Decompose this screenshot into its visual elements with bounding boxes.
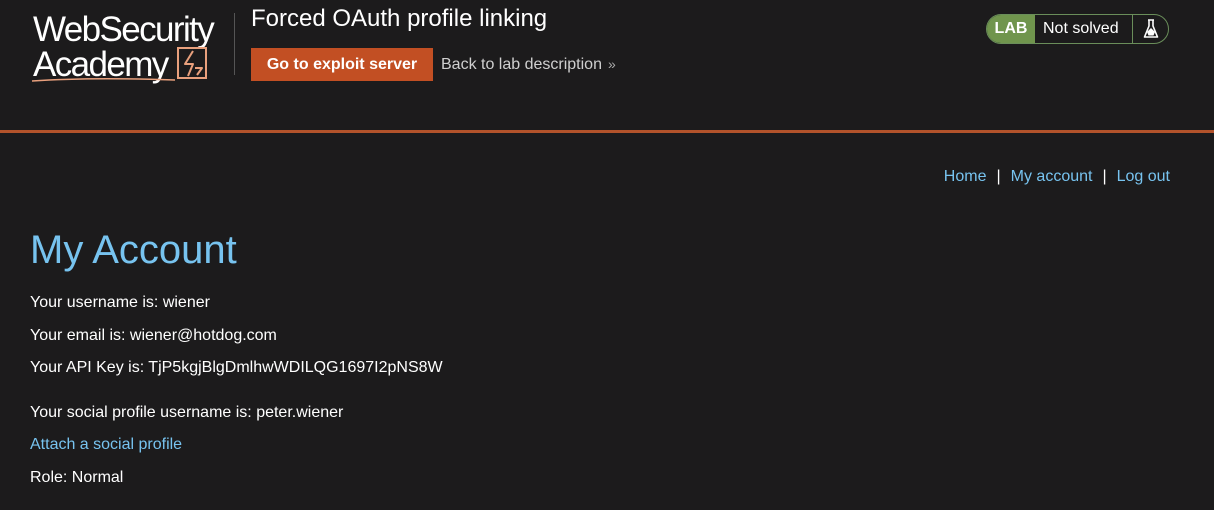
lab-badge: LAB — [987, 15, 1035, 43]
web-security-academy-logo[interactable]: WebSecurity Academy — [30, 10, 235, 85]
nav-separator: | — [1102, 168, 1107, 185]
role-text: Role: Normal — [30, 469, 124, 486]
page: WebSecurity Academy Forced OAuth profile… — [0, 0, 1214, 510]
social-profile-text: Your social profile username is: peter.w… — [30, 404, 344, 421]
logo-line1: WebSecurity — [33, 10, 215, 49]
lab-status-text: Not solved — [1035, 15, 1133, 43]
lightning-bolt-icon — [177, 47, 207, 79]
nav-my-account-link[interactable]: My account — [1011, 168, 1093, 185]
attach-social-profile-link[interactable]: Attach a social profile — [30, 435, 182, 454]
back-to-lab-description-link[interactable]: Back to lab description » — [441, 55, 616, 74]
api-key-text: Your API Key is: TjP5kgjBlgDmlhwWDILQG16… — [30, 359, 443, 376]
flask-icon — [1143, 19, 1158, 38]
back-link-label: Back to lab description — [441, 56, 602, 73]
lab-header: WebSecurity Academy Forced OAuth profile… — [0, 0, 1214, 133]
go-to-exploit-server-button[interactable]: Go to exploit server — [251, 48, 433, 81]
page-title: My Account — [30, 228, 237, 272]
nav-home-link[interactable]: Home — [944, 168, 987, 185]
lab-icon-cell[interactable] — [1133, 15, 1168, 43]
lab-title: Forced OAuth profile linking — [251, 5, 548, 32]
header-divider — [234, 13, 235, 75]
email-text: Your email is: wiener@hotdog.com — [30, 327, 277, 344]
nav-log-out-link[interactable]: Log out — [1117, 168, 1170, 185]
lab-status-widget: LAB Not solved — [986, 14, 1169, 44]
double-chevron-right-icon: » — [607, 56, 616, 72]
nav-separator: | — [996, 168, 1001, 185]
logo-underline — [31, 77, 176, 82]
top-navigation: Home | My account | Log out — [944, 167, 1170, 186]
username-text: Your username is: wiener — [30, 294, 210, 311]
